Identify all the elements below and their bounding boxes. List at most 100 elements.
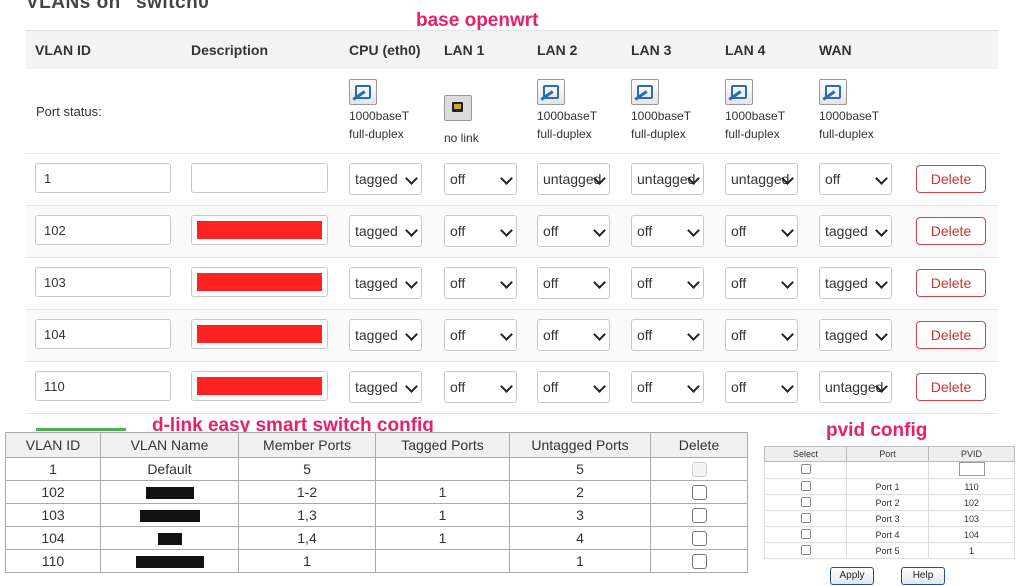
port-membership-select[interactable]: untagged bbox=[537, 163, 610, 195]
port-cell: Port 2 bbox=[846, 494, 929, 511]
port-membership-select[interactable]: off bbox=[725, 371, 798, 403]
delete-checkbox[interactable] bbox=[691, 508, 707, 524]
port-membership-select[interactable]: off bbox=[537, 319, 610, 351]
redacted-name bbox=[139, 510, 200, 523]
port-membership-select[interactable]: off bbox=[725, 319, 798, 351]
port-membership-select[interactable]: tagged bbox=[819, 319, 892, 351]
select-cell bbox=[764, 478, 847, 495]
delete-button[interactable]: Delete bbox=[916, 165, 986, 193]
port-membership-select[interactable]: off bbox=[444, 371, 517, 403]
tagged-ports-cell: 1 bbox=[375, 480, 510, 504]
port-membership-select[interactable]: off bbox=[537, 371, 610, 403]
delete-button[interactable]: Delete bbox=[916, 217, 986, 245]
pvid-input[interactable] bbox=[958, 462, 985, 476]
port-membership-select[interactable]: untagged bbox=[819, 371, 892, 403]
select-value: off bbox=[543, 327, 559, 343]
delete-button[interactable]: Delete bbox=[916, 269, 986, 297]
delete-button[interactable]: Delete bbox=[916, 373, 986, 401]
port-membership-select[interactable]: tagged bbox=[349, 267, 422, 299]
port-cell: Port 3 bbox=[846, 510, 929, 527]
port-membership-select[interactable]: off bbox=[631, 319, 704, 351]
port-membership-select[interactable]: tagged bbox=[349, 163, 422, 195]
port-select-checkbox[interactable] bbox=[800, 496, 811, 507]
port-membership-select[interactable]: off bbox=[819, 163, 892, 195]
member-ports-cell: 1-2 bbox=[238, 480, 376, 504]
description-input[interactable] bbox=[191, 371, 328, 401]
select-value: off bbox=[825, 171, 841, 187]
delete-button[interactable]: Delete bbox=[916, 321, 986, 349]
annotation-base-openwrt: base openwrt bbox=[416, 10, 539, 31]
vlan-id-input[interactable]: 104 bbox=[35, 319, 171, 349]
port-membership-select[interactable]: tagged bbox=[349, 371, 422, 403]
description-input[interactable] bbox=[191, 267, 328, 297]
port-select-checkbox[interactable] bbox=[800, 480, 811, 491]
port-membership-select[interactable]: tagged bbox=[819, 215, 892, 247]
select-value: tagged bbox=[355, 379, 398, 395]
tagged-ports-cell: 1 bbox=[375, 503, 510, 527]
vlan-name-cell bbox=[100, 549, 239, 573]
port-membership-select[interactable]: tagged bbox=[349, 215, 422, 247]
member-ports-cell: 1 bbox=[238, 549, 376, 573]
delete-checkbox[interactable] bbox=[691, 554, 707, 570]
dlink-column-header: Member Ports bbox=[238, 432, 376, 458]
pvid-column-header: Port bbox=[846, 446, 929, 462]
port-membership-select[interactable]: off bbox=[631, 215, 704, 247]
port-cell: Port 4 bbox=[846, 526, 929, 543]
pvid-cell: 104 bbox=[928, 526, 1015, 543]
select-value: untagged bbox=[731, 171, 789, 187]
port-membership-select[interactable]: off bbox=[631, 371, 704, 403]
port-status-label: Port status: bbox=[36, 104, 102, 119]
port-membership-select[interactable]: off bbox=[537, 267, 610, 299]
port-speed-text: 1000baseT bbox=[725, 109, 786, 123]
column-header: WAN bbox=[819, 42, 852, 58]
port-membership-select[interactable]: tagged bbox=[819, 267, 892, 299]
port-membership-select[interactable]: tagged bbox=[349, 319, 422, 351]
port-select-checkbox[interactable] bbox=[800, 528, 811, 539]
column-header: LAN 2 bbox=[537, 42, 578, 58]
description-input[interactable] bbox=[191, 163, 328, 193]
port-duplex-text: full-duplex bbox=[349, 127, 404, 141]
select-value: untagged bbox=[637, 171, 695, 187]
delete-checkbox[interactable] bbox=[691, 531, 707, 547]
port-speed-text: 1000baseT bbox=[819, 109, 880, 123]
port-speed-text: 1000baseT bbox=[537, 109, 598, 123]
delete-checkbox[interactable] bbox=[691, 485, 707, 501]
port-membership-select[interactable]: off bbox=[444, 163, 517, 195]
help-button[interactable]: Help bbox=[901, 567, 945, 585]
port-membership-select[interactable]: off bbox=[444, 319, 517, 351]
vlan-id-input[interactable]: 102 bbox=[35, 215, 171, 245]
vlan-id-input[interactable]: 103 bbox=[35, 267, 171, 297]
description-input[interactable] bbox=[191, 319, 328, 349]
ethernet-port-up-icon bbox=[725, 79, 753, 105]
select-value: tagged bbox=[355, 327, 398, 343]
description-input[interactable] bbox=[191, 215, 328, 245]
port-membership-select[interactable]: off bbox=[631, 267, 704, 299]
vlan-row: 104 tagged off off off off tagged Delete bbox=[26, 310, 998, 362]
port-membership-select[interactable]: off bbox=[537, 215, 610, 247]
redacted-name bbox=[145, 487, 194, 500]
port-membership-select[interactable]: off bbox=[444, 215, 517, 247]
port-speed-text: 1000baseT bbox=[631, 109, 692, 123]
port-membership-select[interactable]: untagged bbox=[725, 163, 798, 195]
select-all-checkbox[interactable] bbox=[800, 464, 811, 474]
select-value: off bbox=[543, 275, 559, 291]
apply-button[interactable]: Apply bbox=[830, 567, 874, 585]
green-underline bbox=[36, 428, 126, 431]
untagged-ports-cell: 1 bbox=[509, 549, 651, 573]
port-membership-select[interactable]: off bbox=[725, 215, 798, 247]
pvid-cell: 110 bbox=[928, 478, 1015, 495]
vlan-id-input[interactable]: 110 bbox=[35, 371, 171, 401]
port-membership-select[interactable]: untagged bbox=[631, 163, 704, 195]
vlan-id-input[interactable]: 1 bbox=[35, 163, 171, 193]
ethernet-port-up-icon bbox=[819, 79, 847, 105]
port-select-checkbox[interactable] bbox=[800, 512, 811, 523]
port-membership-select[interactable]: off bbox=[725, 267, 798, 299]
vlan-name-cell bbox=[100, 503, 239, 527]
vlan-row: 103 tagged off off off off tagged Delete bbox=[26, 258, 998, 310]
port-select-checkbox[interactable] bbox=[800, 544, 811, 555]
port-membership-select[interactable]: off bbox=[444, 267, 517, 299]
openwrt-table-header: VLAN ID Description CPU (eth0) LAN 1 LAN 2 LA… bbox=[26, 30, 998, 69]
dlink-vlan-table: VLAN ID VLAN Name Member Ports Tagged Ports… bbox=[5, 432, 748, 573]
delete-cell bbox=[650, 457, 748, 481]
port-duplex-text: full-duplex bbox=[631, 127, 686, 141]
